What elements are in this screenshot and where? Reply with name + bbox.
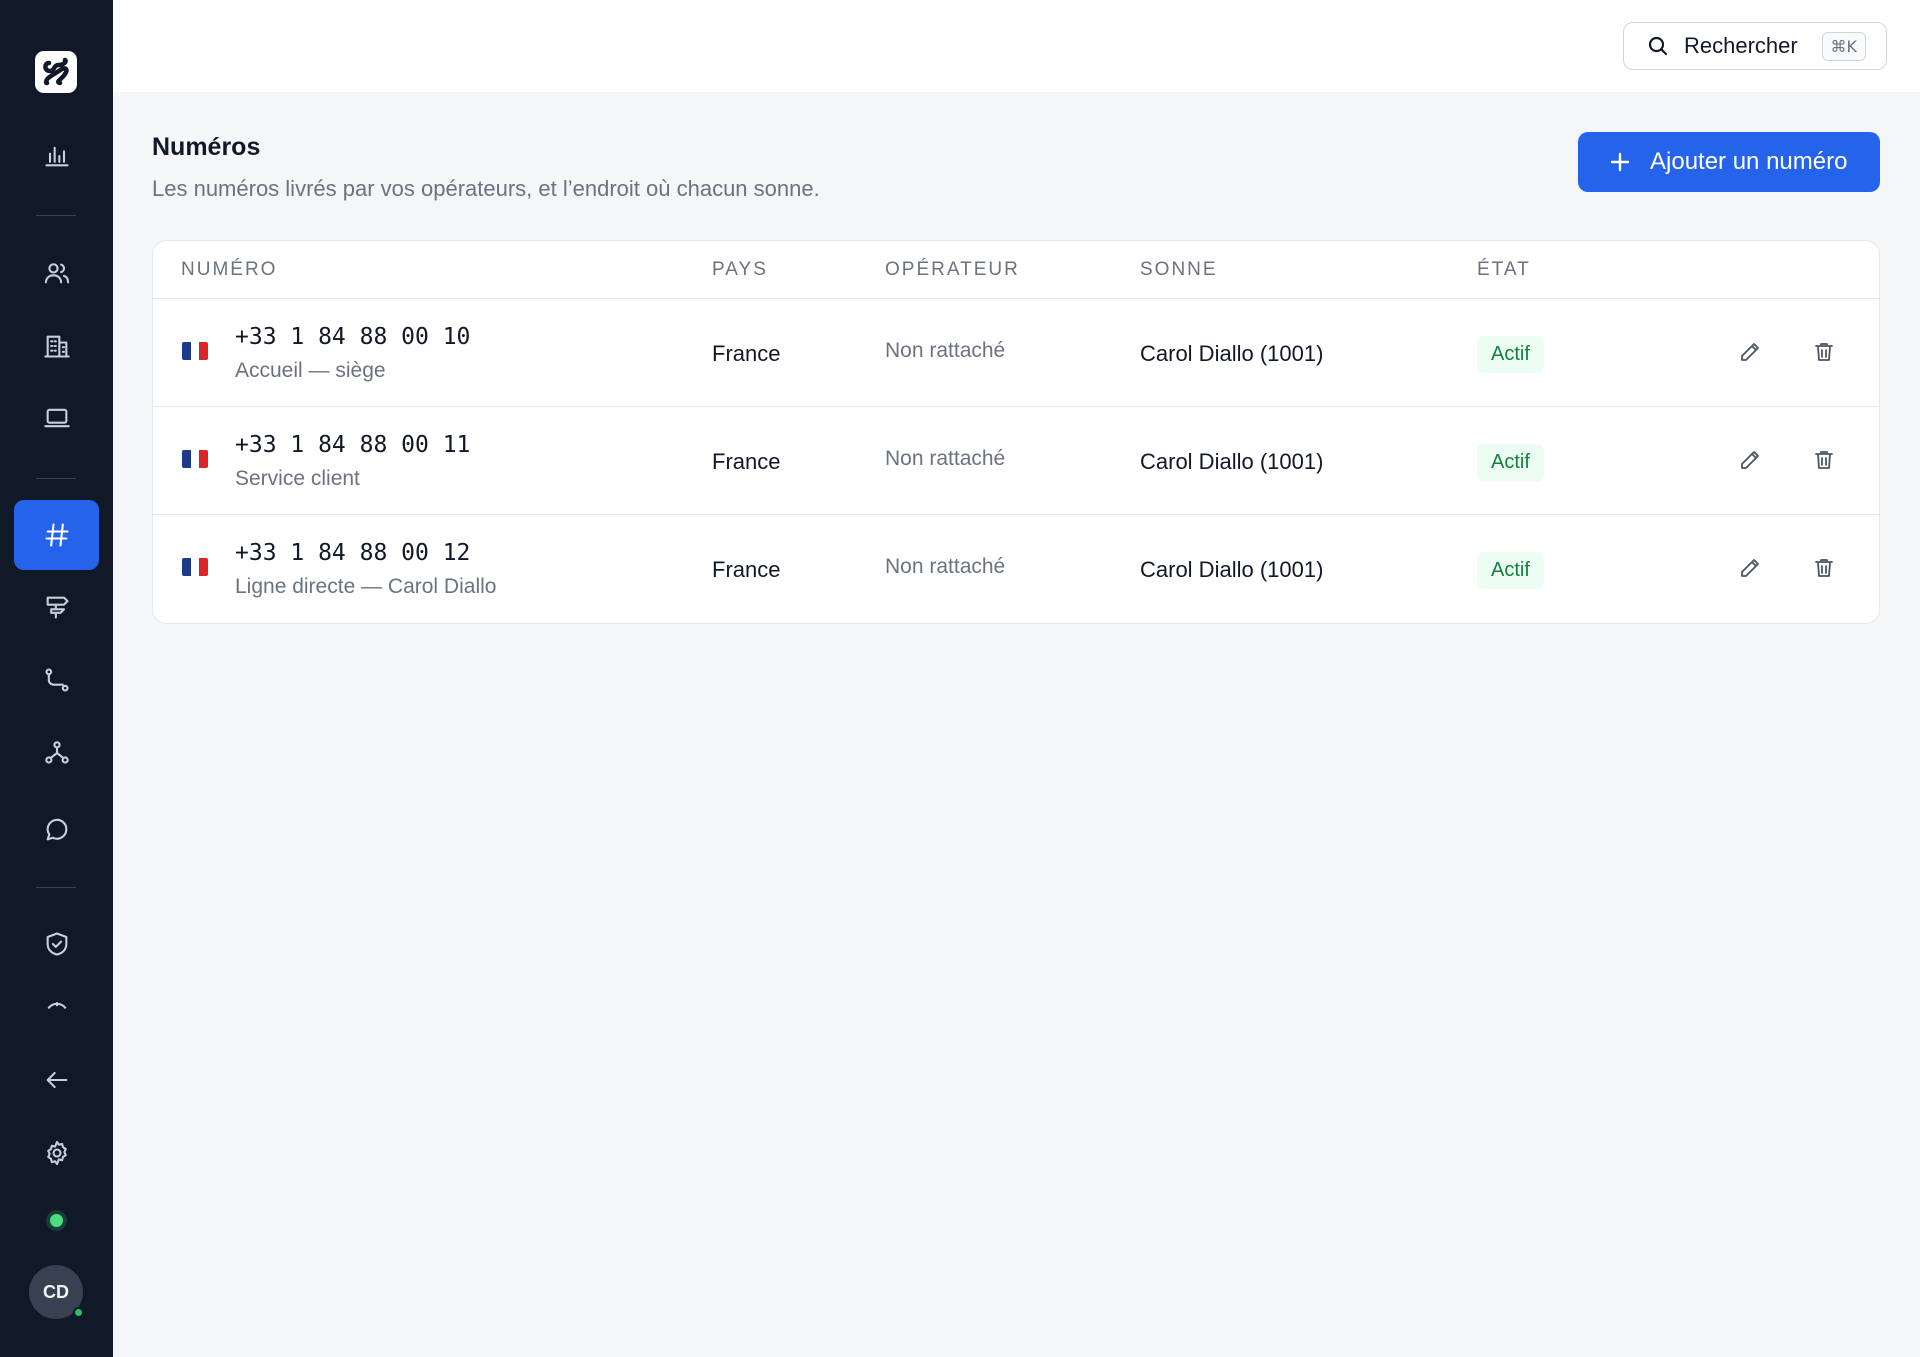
table-row[interactable]: +33 1 84 88 00 12 Ligne directe — Carol … <box>153 515 1879 623</box>
page-subtitle: Les numéros livrés par vos opérateurs, e… <box>152 176 820 201</box>
operator-cell: Non rattaché <box>885 339 1006 362</box>
page-title: Numéros <box>152 133 261 161</box>
chat-icon <box>46 818 67 841</box>
table-row[interactable]: +33 1 84 88 00 11 Service client France … <box>153 407 1879 515</box>
logo-icon <box>43 57 69 86</box>
gear-icon <box>46 1140 67 1166</box>
arrow-left-icon <box>46 1071 67 1089</box>
delete-button[interactable] <box>1809 553 1839 583</box>
shield-check-icon <box>46 932 67 956</box>
pencil-icon <box>1741 451 1759 469</box>
network-icon <box>44 741 69 764</box>
search-button[interactable]: Rechercher ⌘K <box>1623 22 1887 70</box>
route-icon <box>44 668 69 692</box>
nav-users[interactable] <box>14 238 99 308</box>
search-icon <box>1648 36 1668 56</box>
status-badge: Actif <box>1477 444 1544 481</box>
chart-icon <box>44 146 69 167</box>
trash-icon <box>1815 559 1833 577</box>
trash-icon <box>1815 343 1833 361</box>
nav-security[interactable] <box>14 909 99 979</box>
plus-icon <box>1610 152 1630 172</box>
nav-numbers[interactable] <box>14 500 99 570</box>
search-shortcut: ⌘K <box>1821 31 1866 61</box>
users-icon <box>44 263 69 284</box>
table-header: NUMÉRO PAYS OPÉRATEUR SONNE ÉTAT <box>153 241 1879 299</box>
column-header-operator: OPÉRATEUR <box>885 259 1020 280</box>
sidebar-divider <box>36 887 76 888</box>
nav-routing[interactable] <box>14 572 99 642</box>
building-icon <box>43 335 70 358</box>
app-logo[interactable] <box>35 51 77 93</box>
country-cell: France <box>712 557 781 582</box>
france-flag-icon <box>182 450 208 468</box>
table-row[interactable]: +33 1 84 88 00 10 Accueil — siège France… <box>153 299 1879 407</box>
nav-back[interactable] <box>14 1045 99 1115</box>
column-header-country: PAYS <box>712 259 768 280</box>
avatar-initials: CD <box>43 1281 69 1302</box>
rings-cell: Carol Diallo (1001) <box>1140 557 1324 582</box>
country-cell: France <box>712 449 781 474</box>
status-badge: Actif <box>1477 336 1544 373</box>
number-label: Accueil — siège <box>235 359 386 382</box>
phone-number: +33 1 84 88 00 10 <box>235 324 471 350</box>
pencil-icon <box>1741 343 1759 361</box>
nav-devices[interactable] <box>14 383 99 453</box>
country-cell: France <box>712 341 781 366</box>
nav-organizations[interactable] <box>14 311 99 381</box>
sidebar-divider <box>36 215 76 216</box>
column-header-rings: SONNE <box>1140 259 1218 280</box>
nav-more[interactable] <box>14 982 99 1018</box>
add-number-button[interactable]: Ajouter un numéro <box>1578 132 1880 192</box>
nav-analytics[interactable] <box>14 121 99 191</box>
edit-button[interactable] <box>1735 337 1765 367</box>
status-badge: Actif <box>1477 552 1544 589</box>
france-flag-icon <box>182 342 208 360</box>
search-label: Rechercher <box>1684 33 1798 58</box>
topbar: Rechercher ⌘K <box>113 0 1920 92</box>
operator-cell: Non rattaché <box>885 447 1006 470</box>
edit-button[interactable] <box>1735 553 1765 583</box>
number-label: Ligne directe — Carol Diallo <box>235 575 497 598</box>
delete-button[interactable] <box>1809 337 1839 367</box>
column-header-state: ÉTAT <box>1477 259 1531 280</box>
delete-button[interactable] <box>1809 445 1839 475</box>
rings-cell: Carol Diallo (1001) <box>1140 341 1324 366</box>
nav-messages[interactable] <box>14 795 99 865</box>
phone-number: +33 1 84 88 00 11 <box>235 432 471 458</box>
column-header-number: NUMÉRO <box>181 259 278 280</box>
numbers-table: NUMÉRO PAYS OPÉRATEUR SONNE ÉTAT +33 1 8… <box>152 240 1880 624</box>
operator-cell: Non rattaché <box>885 555 1006 578</box>
hash-icon <box>44 523 69 547</box>
online-indicator <box>73 1307 84 1318</box>
add-number-label: Ajouter un numéro <box>1650 148 1848 175</box>
pencil-icon <box>1741 559 1759 577</box>
avatar[interactable]: CD <box>29 1265 84 1319</box>
edit-button[interactable] <box>1735 445 1765 475</box>
rings-cell: Carol Diallo (1001) <box>1140 449 1324 474</box>
laptop-icon <box>43 408 70 428</box>
arc-icon <box>47 1001 66 1009</box>
nav-settings[interactable] <box>14 1118 99 1188</box>
trash-icon <box>1815 451 1833 469</box>
sidebar: CD <box>0 0 113 1357</box>
nav-network[interactable] <box>14 718 99 788</box>
sidebar-divider <box>36 478 76 479</box>
phone-number: +33 1 84 88 00 12 <box>235 540 471 566</box>
france-flag-icon <box>182 558 208 576</box>
signpost-icon <box>46 596 69 619</box>
nav-flows[interactable] <box>14 645 99 715</box>
connection-status-dot <box>50 1214 63 1227</box>
number-label: Service client <box>235 467 360 490</box>
